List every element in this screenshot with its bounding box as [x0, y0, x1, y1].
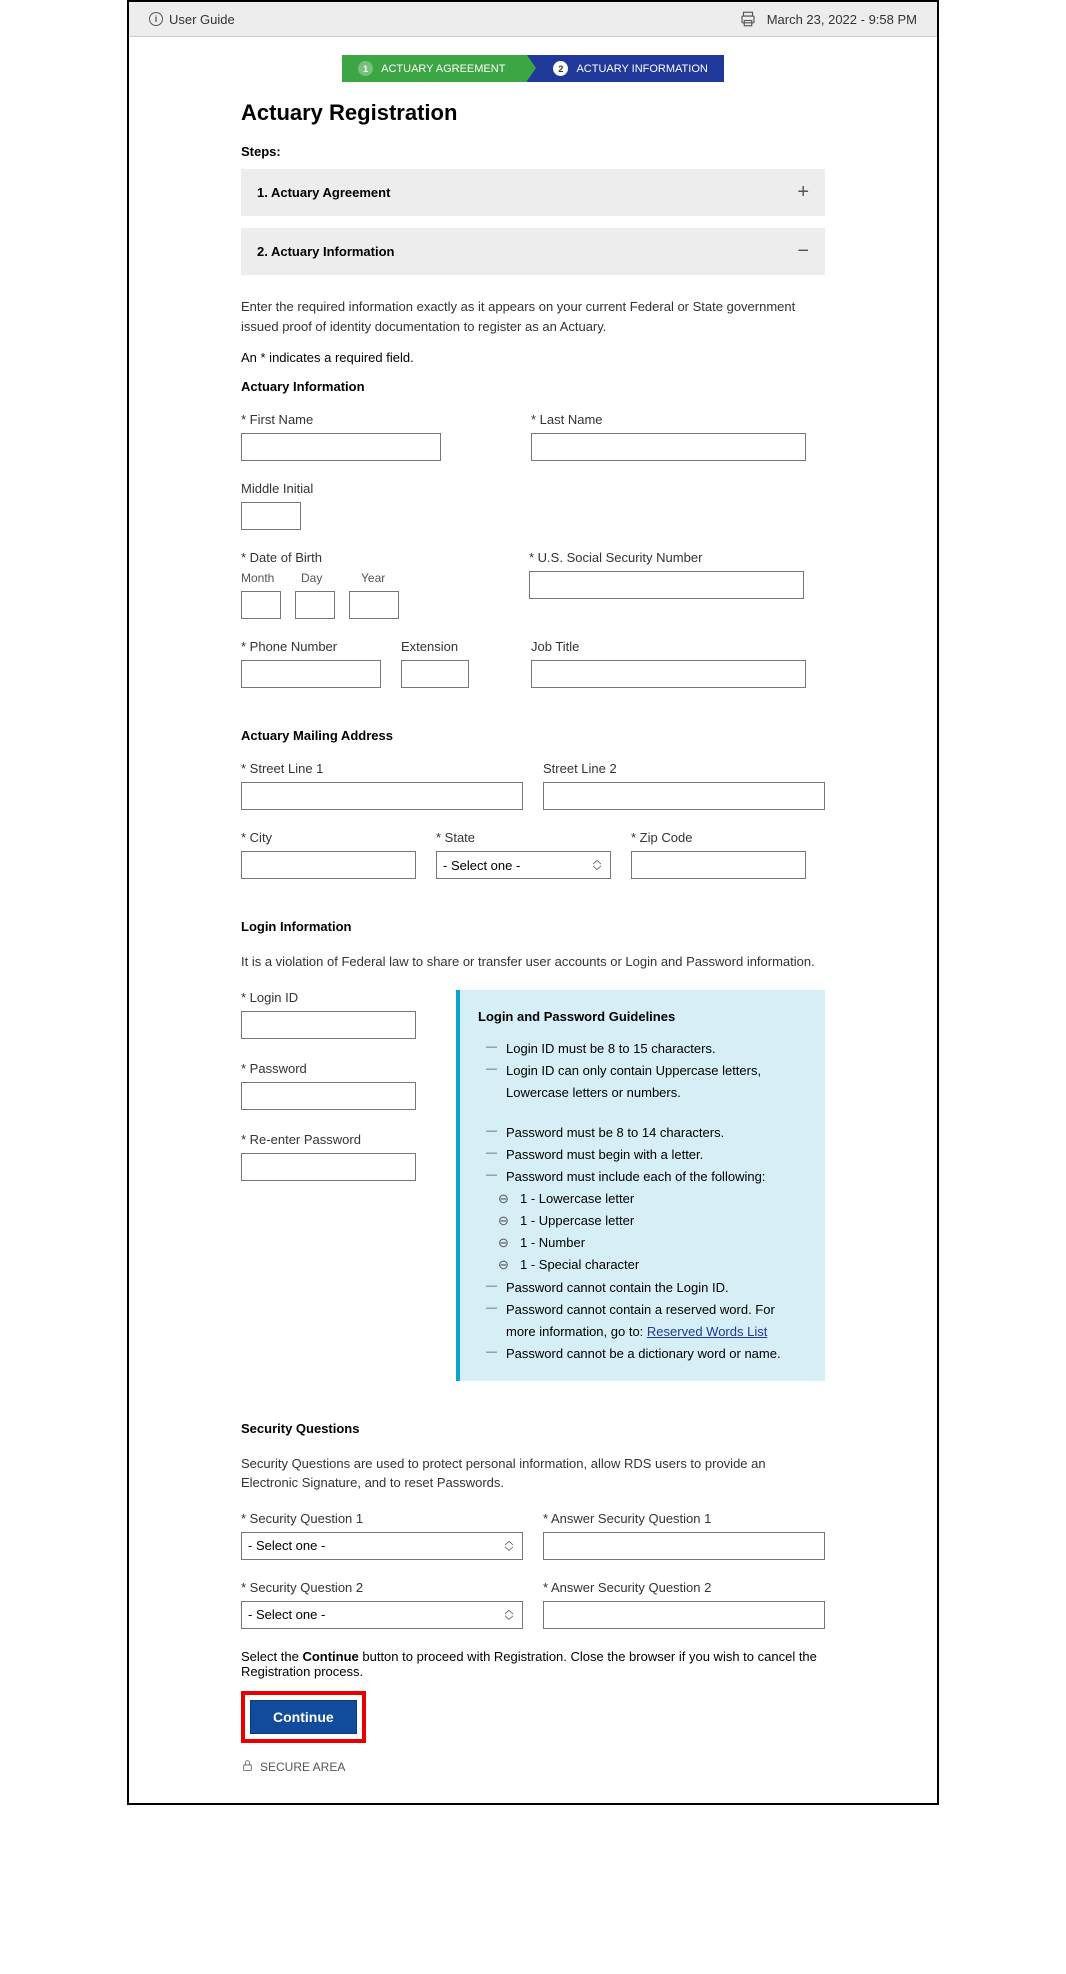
label-phone: * Phone Number [241, 639, 381, 654]
dob-year-input[interactable] [349, 591, 399, 619]
sq1-select[interactable]: - Select one - [241, 1532, 523, 1560]
step-label-2: ACTUARY INFORMATION [576, 63, 707, 75]
zip-input[interactable] [631, 851, 806, 879]
sq2-select[interactable]: - Select one - [241, 1601, 523, 1629]
first-name-input[interactable] [241, 433, 441, 461]
user-guide-link[interactable]: User Guide [169, 12, 235, 27]
aq1-input[interactable] [543, 1532, 825, 1560]
stepper: 1 ACTUARY AGREEMENT 2 ACTUARY INFORMATIO… [129, 55, 937, 82]
accordion-actuary-agreement[interactable]: 1. Actuary Agreement + [241, 169, 825, 216]
guideline-item: Password must include each of the follow… [492, 1166, 807, 1188]
label-extension: Extension [401, 639, 469, 654]
label-state: * State [436, 830, 611, 845]
label-login-id: * Login ID [241, 990, 416, 1005]
street1-input[interactable] [241, 782, 523, 810]
label-dob-day: Day [301, 571, 341, 585]
label-sq1: * Security Question 1 [241, 1511, 523, 1526]
steps-label: Steps: [241, 144, 825, 159]
guideline-item: Login ID can only contain Uppercase lett… [492, 1060, 807, 1104]
ssn-input[interactable] [529, 571, 804, 599]
re-password-input[interactable] [241, 1153, 416, 1181]
continue-text: Select the Continue button to proceed wi… [241, 1649, 825, 1679]
page-title: Actuary Registration [241, 100, 825, 126]
guidelines-title: Login and Password Guidelines [478, 1006, 807, 1028]
label-dob-month: Month [241, 571, 281, 585]
step-number-2: 2 [553, 61, 568, 76]
section-mailing: Actuary Mailing Address [241, 728, 825, 743]
guideline-item: Password must be 8 to 14 characters. [492, 1122, 807, 1144]
dob-day-input[interactable] [295, 591, 335, 619]
guideline-sub-item: 1 - Special character [492, 1254, 807, 1276]
section-actuary-info: Actuary Information [241, 379, 825, 394]
reserved-words-link[interactable]: Reserved Words List [647, 1324, 767, 1339]
accordion-title-2: 2. Actuary Information [257, 244, 394, 259]
required-note: An * indicates a required field. [241, 350, 825, 365]
last-name-input[interactable] [531, 433, 806, 461]
label-re-password: * Re-enter Password [241, 1132, 416, 1147]
guideline-sub-item: 1 - Number [492, 1232, 807, 1254]
continue-text-a: Select the [241, 1649, 302, 1664]
accordion-actuary-information[interactable]: 2. Actuary Information − [241, 228, 825, 275]
job-title-input[interactable] [531, 660, 806, 688]
label-sq2: * Security Question 2 [241, 1580, 523, 1595]
step-actuary-agreement: 1 ACTUARY AGREEMENT [342, 55, 527, 82]
guideline-item: Login ID must be 8 to 15 characters. [492, 1038, 807, 1060]
label-dob: * Date of Birth [241, 550, 399, 565]
continue-highlight: Continue [241, 1691, 366, 1743]
state-select[interactable]: - Select one - [436, 851, 611, 879]
login-id-input[interactable] [241, 1011, 416, 1039]
plus-icon: + [797, 181, 809, 204]
guideline-sub-item: 1 - Uppercase letter [492, 1210, 807, 1232]
city-input[interactable] [241, 851, 416, 879]
label-aq2: * Answer Security Question 2 [543, 1580, 825, 1595]
guideline-item: Password cannot be a dictionary word or … [492, 1343, 807, 1365]
timestamp: March 23, 2022 - 9:58 PM [767, 12, 917, 27]
security-intro: Security Questions are used to protect p… [241, 1454, 825, 1493]
phone-input[interactable] [241, 660, 381, 688]
label-dob-year: Year [361, 571, 385, 585]
dob-month-input[interactable] [241, 591, 281, 619]
aq2-input[interactable] [543, 1601, 825, 1629]
label-zip: * Zip Code [631, 830, 806, 845]
step-actuary-information: 2 ACTUARY INFORMATION [527, 55, 723, 82]
guideline-sub-item: 1 - Lowercase letter [492, 1188, 807, 1210]
label-aq1: * Answer Security Question 1 [543, 1511, 825, 1526]
login-intro: It is a violation of Federal law to shar… [241, 952, 825, 972]
info-icon: i [149, 12, 163, 26]
label-middle-initial: Middle Initial [241, 481, 313, 496]
label-ssn: * U.S. Social Security Number [529, 550, 804, 565]
extension-input[interactable] [401, 660, 469, 688]
minus-icon: − [797, 240, 809, 263]
password-input[interactable] [241, 1082, 416, 1110]
guideline-item: Password cannot contain the Login ID. [492, 1277, 807, 1299]
lock-icon [241, 1759, 254, 1775]
label-job-title: Job Title [531, 639, 806, 654]
secure-text: SECURE AREA [260, 1760, 345, 1774]
middle-initial-input[interactable] [241, 502, 301, 530]
label-street2: Street Line 2 [543, 761, 825, 776]
continue-button[interactable]: Continue [250, 1700, 357, 1734]
continue-text-bold: Continue [302, 1649, 358, 1664]
label-first-name: * First Name [241, 412, 441, 427]
label-street1: * Street Line 1 [241, 761, 523, 776]
guideline-item: Password cannot contain a reserved word.… [492, 1299, 807, 1343]
label-password: * Password [241, 1061, 416, 1076]
step-label-1: ACTUARY AGREEMENT [381, 63, 505, 75]
section-login: Login Information [241, 919, 825, 934]
step-number-1: 1 [358, 61, 373, 76]
intro-text: Enter the required information exactly a… [241, 297, 825, 336]
guideline-item: Password must begin with a letter. [492, 1144, 807, 1166]
street2-input[interactable] [543, 782, 825, 810]
secure-area: SECURE AREA [241, 1759, 825, 1783]
guidelines-box: Login and Password Guidelines Login ID m… [456, 990, 825, 1381]
label-city: * City [241, 830, 416, 845]
section-security: Security Questions [241, 1421, 825, 1436]
label-last-name: * Last Name [531, 412, 806, 427]
print-icon[interactable] [739, 10, 757, 28]
accordion-title-1: 1. Actuary Agreement [257, 185, 390, 200]
